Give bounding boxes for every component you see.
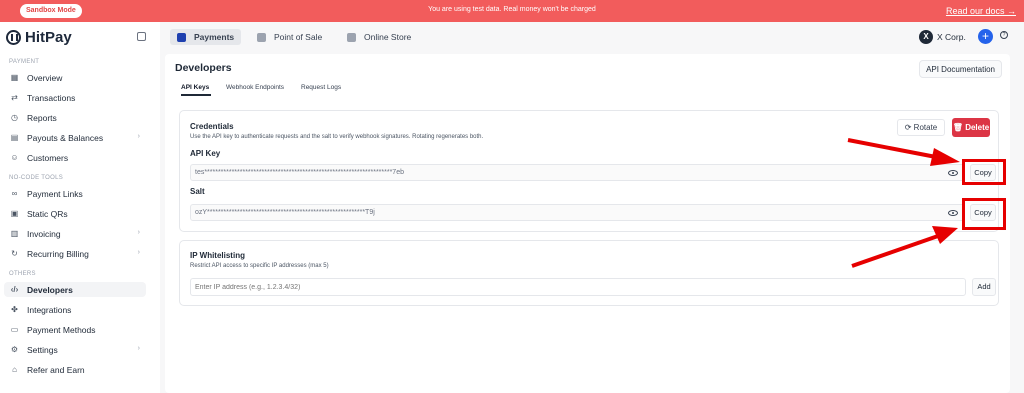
annotation-arrows: [847, 138, 960, 268]
annotation-arrow-upper: [847, 138, 937, 159]
annotation-arrow-lower: [851, 234, 939, 268]
annotation-arrowhead-upper: [930, 148, 960, 166]
